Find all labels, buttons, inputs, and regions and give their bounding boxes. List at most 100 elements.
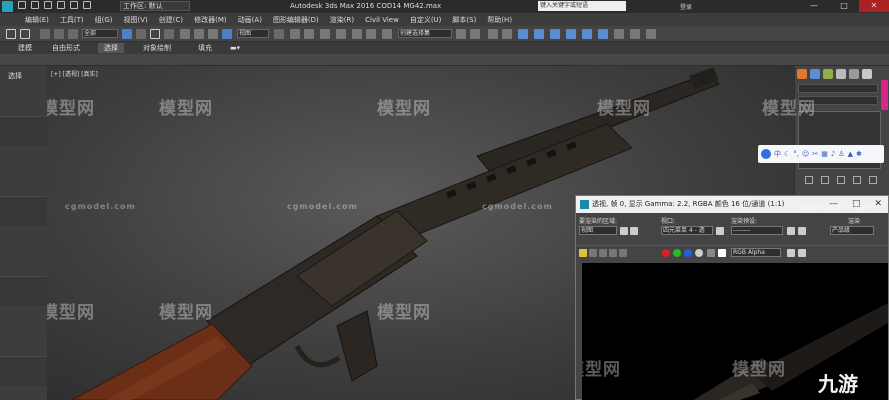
- area-to-render-dropdown[interactable]: 视图: [579, 226, 617, 235]
- angle-snap-icon[interactable]: [336, 29, 346, 39]
- emoji-icon[interactable]: ☺: [802, 150, 809, 158]
- viewport-dropdown[interactable]: 四元菜单 4 - 透: [661, 226, 713, 235]
- rotate-icon[interactable]: [194, 29, 204, 39]
- configure-sets-icon[interactable]: [869, 176, 877, 184]
- search-input[interactable]: 键入关键字或短语: [538, 1, 626, 11]
- print-icon[interactable]: [609, 249, 617, 257]
- material-editor-icon[interactable]: [550, 29, 560, 39]
- menu-customize[interactable]: 自定义(U): [410, 15, 453, 25]
- tab-object-paint[interactable]: 对象绘制: [143, 43, 171, 53]
- toggle-ribbon-icon[interactable]: [502, 29, 512, 39]
- keyboard-shortcut-icon[interactable]: [304, 29, 314, 39]
- red-channel-icon[interactable]: [662, 249, 670, 257]
- render-close-button[interactable]: ✕: [874, 196, 882, 213]
- move-icon[interactable]: [180, 29, 190, 39]
- make-unique-icon[interactable]: [837, 176, 845, 184]
- environment-icon[interactable]: [798, 227, 806, 235]
- display-tab-icon[interactable]: [849, 69, 859, 79]
- display-channel-dropdown[interactable]: RGB Alpha: [731, 248, 781, 257]
- save-file-icon[interactable]: [44, 1, 52, 9]
- menu-civil-view[interactable]: Civil View: [365, 16, 410, 24]
- close-button[interactable]: ✕: [859, 0, 889, 12]
- clone-window-icon[interactable]: [599, 249, 607, 257]
- undo-icon[interactable]: [6, 29, 16, 39]
- auto-region-icon[interactable]: [630, 227, 638, 235]
- user-icon[interactable]: ♙: [838, 150, 844, 158]
- curve-editor-icon[interactable]: [518, 29, 528, 39]
- snap-icon[interactable]: [320, 29, 330, 39]
- active-shade-icon[interactable]: [646, 29, 656, 39]
- motion-tab-icon[interactable]: [836, 69, 846, 79]
- project-icon[interactable]: [83, 1, 91, 9]
- new-file-icon[interactable]: [18, 1, 26, 9]
- clear-icon[interactable]: [619, 249, 627, 257]
- alpha-channel-icon[interactable]: [695, 249, 703, 257]
- pin-stack-icon[interactable]: [805, 176, 813, 184]
- rendered-frame-window-icon[interactable]: [582, 29, 592, 39]
- align-icon[interactable]: [470, 29, 480, 39]
- render-setup-small-icon[interactable]: [787, 227, 795, 235]
- maximize-button[interactable]: □: [829, 0, 859, 12]
- select-icon[interactable]: [122, 29, 132, 39]
- scissors-icon[interactable]: ✂: [812, 150, 818, 158]
- tab-selection[interactable]: 选择: [98, 43, 124, 53]
- menu-group[interactable]: 组(G): [95, 15, 124, 25]
- tab-freeform[interactable]: 自由形式: [52, 43, 80, 53]
- spinner-snap-icon[interactable]: [366, 29, 376, 39]
- link-icon[interactable]: [40, 29, 50, 39]
- render-preset-dropdown[interactable]: --------: [731, 226, 783, 235]
- render-mode-dropdown[interactable]: 产品级: [830, 226, 874, 235]
- tab-populate[interactable]: 填充: [198, 43, 212, 53]
- selection-filter-dropdown[interactable]: 全部: [82, 29, 118, 38]
- toggle-ui-icon[interactable]: [787, 249, 795, 257]
- ime-logo-icon[interactable]: [761, 149, 771, 159]
- menu-edit[interactable]: 编辑(E): [25, 15, 60, 25]
- panel-scrollbar[interactable]: [881, 80, 888, 110]
- named-selection-dropdown[interactable]: 创建选择集: [398, 29, 452, 38]
- menu-animation[interactable]: 动画(A): [238, 15, 273, 25]
- render-setup-icon[interactable]: [566, 29, 576, 39]
- layer-explorer-icon[interactable]: [488, 29, 498, 39]
- select-by-name-icon[interactable]: [136, 29, 146, 39]
- select-manipulate-icon[interactable]: [290, 29, 300, 39]
- place-icon[interactable]: [222, 29, 232, 39]
- remove-modifier-icon[interactable]: [853, 176, 861, 184]
- monochrome-icon[interactable]: [707, 249, 715, 257]
- save-image-icon[interactable]: [579, 249, 587, 257]
- login-link[interactable]: 登录: [680, 2, 692, 11]
- open-file-icon[interactable]: [31, 1, 39, 9]
- menu-views[interactable]: 视图(V): [124, 15, 159, 25]
- ime-lang-toggle[interactable]: 中: [774, 149, 781, 159]
- utilities-tab-icon[interactable]: [862, 69, 872, 79]
- menu-scripting[interactable]: 脚本(S): [452, 15, 487, 25]
- minimize-button[interactable]: —: [799, 0, 829, 12]
- render-iterative-icon[interactable]: [630, 29, 640, 39]
- moon-icon[interactable]: ☾: [784, 150, 790, 158]
- unlink-icon[interactable]: [54, 29, 64, 39]
- pivot-icon[interactable]: [274, 29, 284, 39]
- rect-select-icon[interactable]: [150, 29, 160, 39]
- bind-space-warp-icon[interactable]: [68, 29, 78, 39]
- keyboard-icon[interactable]: ▦: [821, 150, 828, 158]
- scale-icon[interactable]: [208, 29, 218, 39]
- copy-image-icon[interactable]: [589, 249, 597, 257]
- voice-icon[interactable]: ♪: [831, 150, 835, 158]
- undo-quick-icon[interactable]: [57, 1, 65, 9]
- menu-help[interactable]: 帮助(H): [487, 15, 523, 25]
- redo-quick-icon[interactable]: [70, 1, 78, 9]
- menu-modifiers[interactable]: 修改器(M): [194, 15, 238, 25]
- render-icon[interactable]: [598, 29, 608, 39]
- skin-icon[interactable]: ▲: [848, 150, 853, 158]
- menu-graph-editors[interactable]: 图形编辑器(D): [273, 15, 330, 25]
- settings-gear-icon[interactable]: ✱: [856, 150, 862, 158]
- toggle-overlays-icon[interactable]: [798, 249, 806, 257]
- reference-coord-dropdown[interactable]: 视图: [237, 29, 269, 38]
- redo-icon[interactable]: [20, 29, 30, 39]
- ribbon-options-icon[interactable]: ▬▾: [230, 43, 240, 53]
- menu-rendering[interactable]: 渲染(R): [330, 15, 365, 25]
- green-channel-icon[interactable]: [673, 249, 681, 257]
- object-name-field[interactable]: [798, 84, 878, 93]
- teapot-icon[interactable]: [614, 29, 624, 39]
- blue-channel-icon[interactable]: [684, 249, 692, 257]
- hierarchy-tab-icon[interactable]: [823, 69, 833, 79]
